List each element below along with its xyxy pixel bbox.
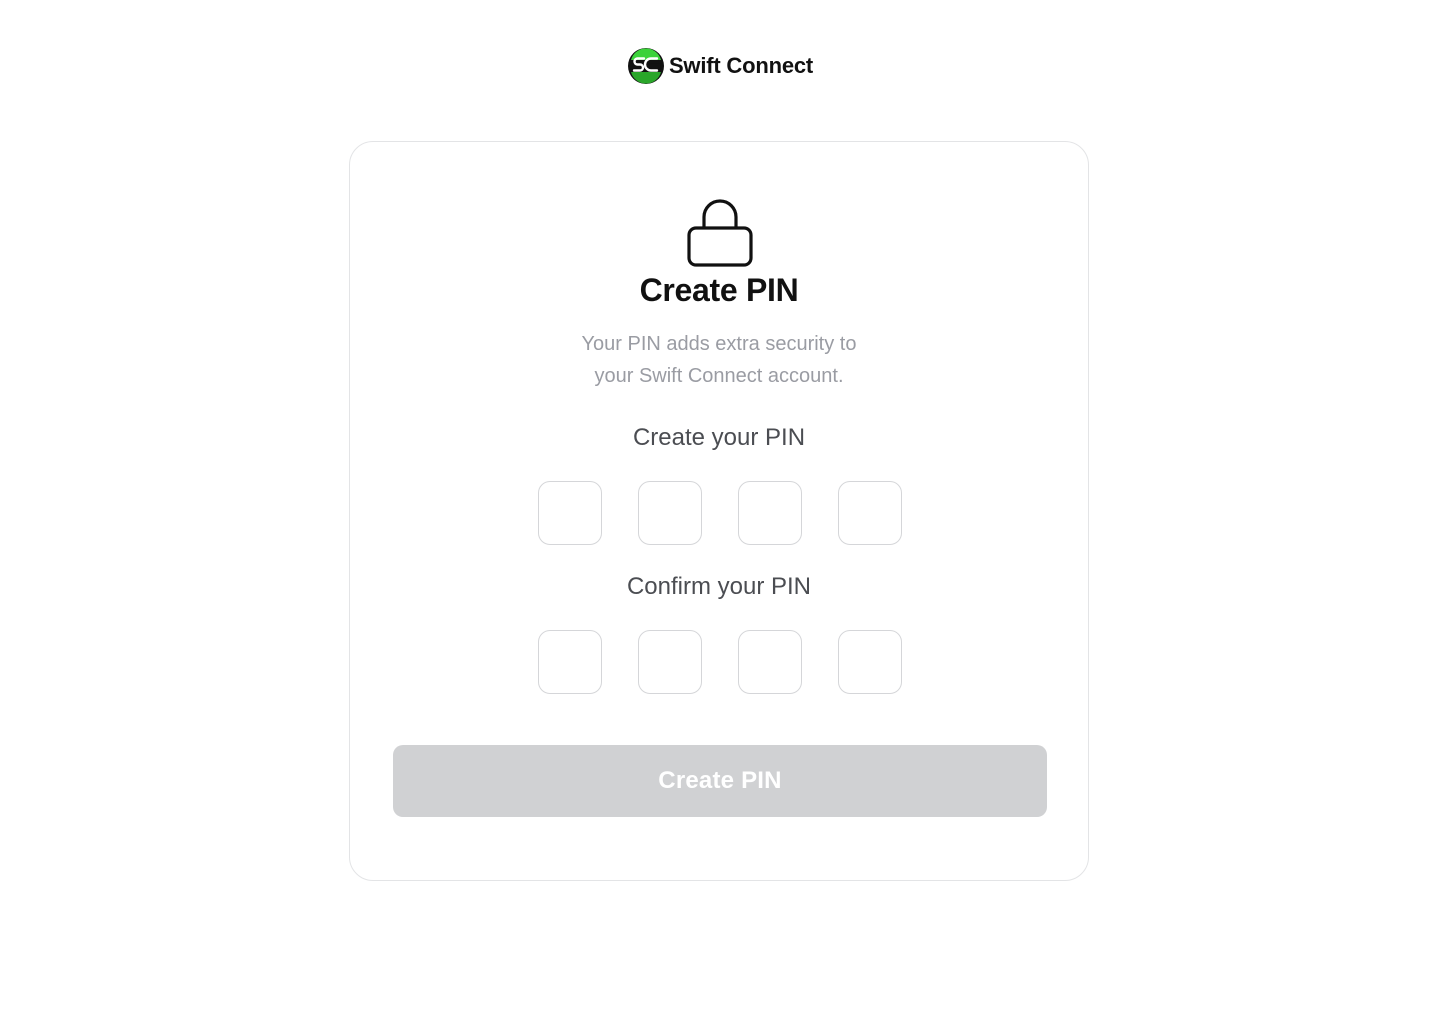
brand-header: Swift Connect: [0, 47, 1440, 85]
page-title: Create PIN: [639, 272, 799, 308]
create-pin-label: Create your PIN: [632, 424, 806, 451]
create-pin-digit-2[interactable]: [638, 481, 702, 545]
confirm-pin-digit-1[interactable]: [538, 630, 602, 694]
create-pin-page: Swift Connect Create PIN Your PIN adds e…: [0, 0, 1440, 1024]
create-pin-card: Create PIN Your PIN adds extra security …: [349, 141, 1089, 881]
confirm-pin-label: Confirm your PIN: [626, 573, 812, 600]
confirm-pin-digit-2[interactable]: [638, 630, 702, 694]
confirm-pin-digit-4[interactable]: [838, 630, 902, 694]
swift-connect-logo-icon: [627, 48, 664, 84]
create-pin-button[interactable]: Create PIN: [393, 745, 1047, 817]
subtitle-line-1: Your PIN adds extra security to: [581, 333, 857, 355]
create-pin-digit-4[interactable]: [838, 481, 902, 545]
page-subtitle: Your PIN adds extra security to your Swi…: [350, 328, 1088, 392]
brand-name: Swift Connect: [668, 53, 814, 78]
create-pin-digit-1[interactable]: [538, 481, 602, 545]
lock-icon: [687, 199, 753, 267]
confirm-pin-inputs: [538, 630, 902, 694]
create-pin-digit-3[interactable]: [738, 481, 802, 545]
confirm-pin-digit-3[interactable]: [738, 630, 802, 694]
create-pin-inputs: [538, 481, 902, 545]
subtitle-line-2: your Swift Connect account.: [594, 365, 844, 387]
